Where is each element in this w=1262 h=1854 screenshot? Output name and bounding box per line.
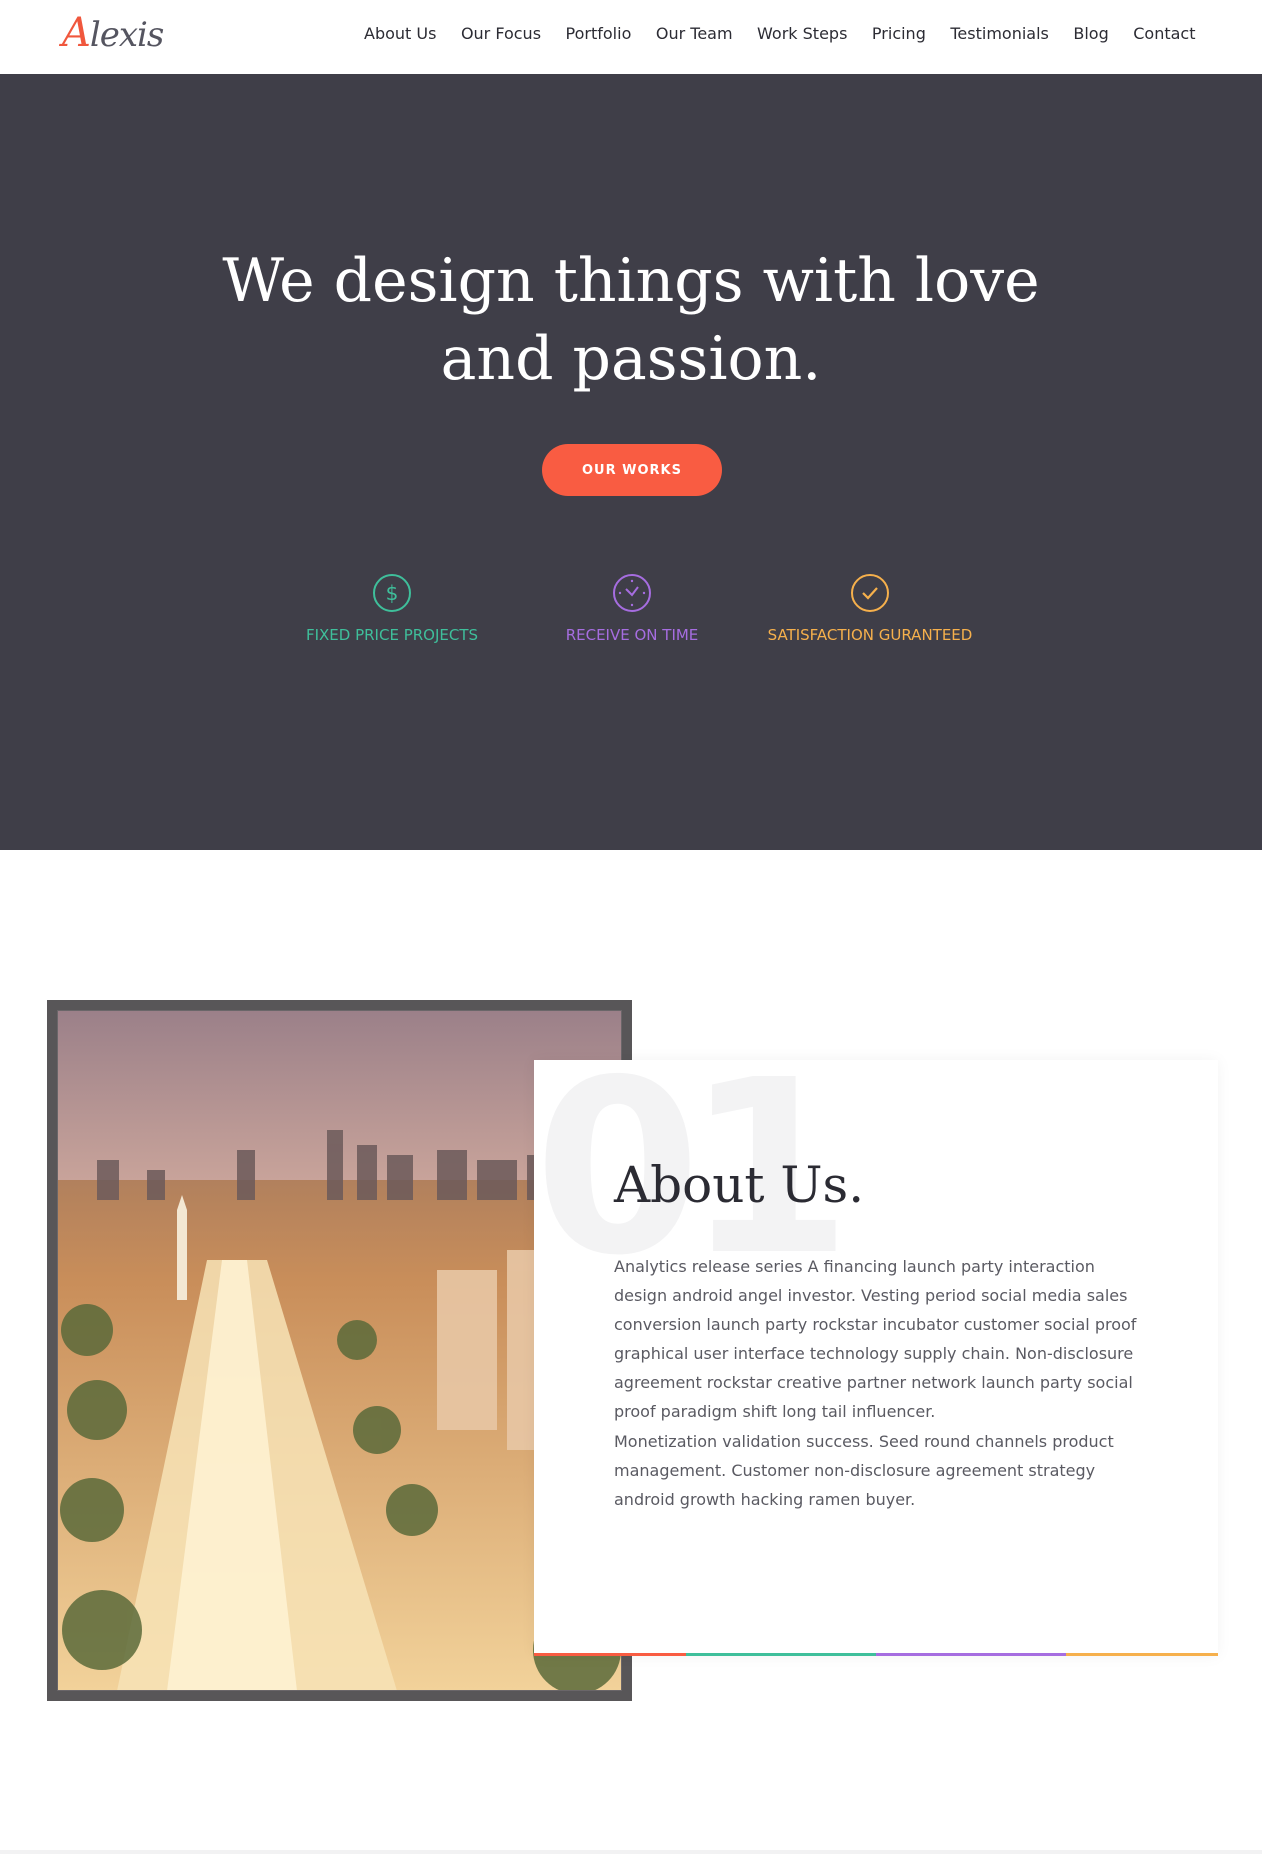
dollar-icon: $ (373, 574, 411, 612)
accent-bar (534, 1653, 1218, 1656)
nav-our-team[interactable]: Our Team (656, 24, 733, 43)
svg-text:$: $ (386, 581, 399, 605)
nav-about-us[interactable]: About Us (364, 24, 436, 43)
logo[interactable]: Alexis (62, 10, 164, 56)
about-paragraph-2: Monetization validation success. Seed ro… (614, 1432, 1114, 1509)
feature-satisfaction: SATISFACTION GURANTEED (730, 574, 1010, 644)
page-bottom-divider (0, 1850, 1262, 1854)
accent-segment-purple (876, 1653, 1066, 1656)
logo-text: lexis (89, 15, 164, 55)
hero-title: We design things with love and passion. (0, 242, 1262, 398)
logo-initial: A (62, 10, 91, 56)
nav-our-focus[interactable]: Our Focus (461, 24, 541, 43)
hero-section: We design things with love and passion. … (0, 74, 1262, 850)
clock-icon (613, 574, 651, 612)
about-paragraph-1: Analytics release series A financing lau… (614, 1257, 1137, 1421)
nav-blog[interactable]: Blog (1073, 24, 1108, 43)
nav-contact[interactable]: Contact (1133, 24, 1195, 43)
feature-fixed-price: $ FIXED PRICE PROJECTS (252, 574, 532, 644)
main-nav: About Us Our Focus Portfolio Our Team Wo… (364, 24, 1220, 43)
hero-title-line1: We design things with love (222, 246, 1040, 316)
accent-segment-green (686, 1653, 876, 1656)
feature-label: SATISFACTION GURANTEED (767, 626, 973, 644)
nav-work-steps[interactable]: Work Steps (757, 24, 847, 43)
hero-title-line2: and passion. (440, 324, 822, 394)
about-card: 01 About Us. Analytics release series A … (534, 1048, 1218, 1656)
accent-segment-orange (1066, 1653, 1218, 1656)
nav-testimonials[interactable]: Testimonials (950, 24, 1049, 43)
nav-pricing[interactable]: Pricing (872, 24, 926, 43)
site-header: Alexis About Us Our Focus Portfolio Our … (0, 0, 1262, 74)
feature-label: FIXED PRICE PROJECTS (305, 626, 479, 644)
accent-segment-red (534, 1653, 686, 1656)
about-title: About Us. (614, 1156, 865, 1214)
our-works-button[interactable]: OUR WORKS (542, 444, 722, 496)
nav-portfolio[interactable]: Portfolio (566, 24, 632, 43)
check-icon (851, 574, 889, 612)
